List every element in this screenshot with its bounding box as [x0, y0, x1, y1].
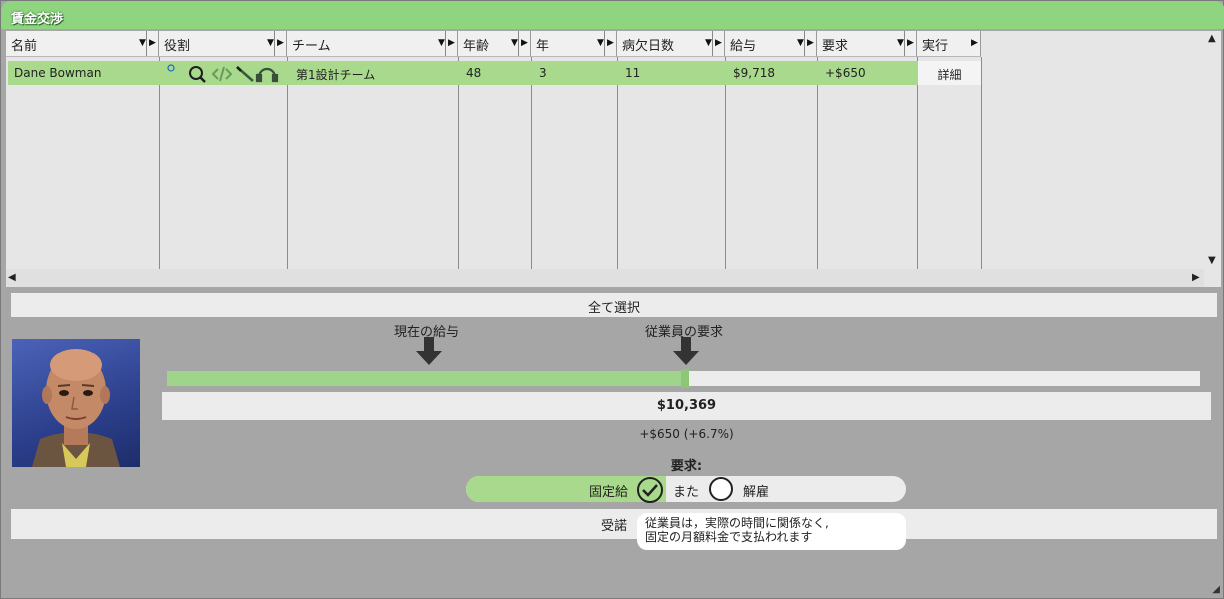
filter-icon[interactable]: ▼ — [139, 36, 147, 51]
salary-slider-handle[interactable] — [681, 369, 689, 388]
tooltip-line: 固定の月額料金で支払われます — [645, 530, 813, 544]
headset-icon — [255, 67, 279, 83]
sort-arrow-icon[interactable]: ▶ — [277, 36, 285, 51]
filter-icon[interactable]: ▼ — [438, 36, 446, 51]
details-button[interactable]: 詳細 — [918, 61, 981, 85]
employee-table: 名前 ▼ ▶ 役割 ▼ ▶ チーム ▼ ▶ 年齢 ▼ ▶ 年 ▼ ▶ 病欠日数 ▼ ▶ 給与 ▼ ▶ 要求 ▼… — [6, 31, 1221, 287]
column-label: チーム — [292, 39, 331, 54]
sort-arrow-icon[interactable]: ▶ — [521, 36, 529, 51]
or-label: また — [673, 485, 700, 500]
arrow-down-icon — [416, 337, 442, 365]
status-dot-icon — [167, 64, 175, 72]
fixed-salary-label[interactable]: 固定給 — [589, 481, 628, 500]
scroll-left-icon[interactable]: ◀ — [8, 272, 16, 283]
column-header-demand[interactable]: 要求 ▼ ▶ — [817, 31, 917, 57]
demand-heading: 要求: — [670, 459, 703, 474]
vertical-scrollbar[interactable]: ▲ ▼ — [1204, 31, 1221, 269]
column-header-sick-days[interactable]: 病欠日数 ▼ ▶ — [617, 31, 725, 57]
cell-salary[interactable]: $9,718 — [727, 61, 817, 85]
pencil-icon — [236, 66, 254, 82]
column-label: 年 — [536, 39, 550, 54]
scroll-down-icon[interactable]: ▼ — [1208, 255, 1216, 266]
cell-sick-days[interactable]: 11 — [619, 61, 725, 85]
column-header-role[interactable]: 役割 ▼ ▶ — [159, 31, 287, 57]
search-icon — [189, 66, 206, 83]
check-icon[interactable] — [636, 476, 664, 504]
sort-arrow-icon[interactable]: ▶ — [971, 36, 979, 51]
employee-portrait — [12, 339, 140, 467]
sort-arrow-icon[interactable]: ▶ — [607, 36, 615, 51]
column-header-team[interactable]: チーム ▼ ▶ — [287, 31, 458, 57]
role-icons — [167, 64, 279, 83]
column-label: 実行 — [922, 39, 949, 54]
window-title[interactable]: 賃金交渉 — [1, 1, 1224, 29]
filter-icon[interactable]: ▼ — [705, 36, 713, 51]
sort-arrow-icon[interactable]: ▶ — [807, 36, 815, 51]
arrow-down-icon — [673, 337, 699, 365]
filter-icon[interactable]: ▼ — [511, 36, 519, 51]
column-label: 要求 — [822, 39, 849, 54]
select-all-button[interactable]: 全て選択 — [11, 293, 1217, 317]
fire-radio[interactable] — [709, 477, 733, 501]
salary-slider-fill — [167, 371, 684, 386]
accept-label: 受諾 — [601, 519, 628, 534]
code-icon — [211, 66, 233, 82]
fire-label[interactable]: 解雇 — [743, 481, 769, 500]
demand-amount: $10,369 — [162, 392, 1211, 420]
cell-team[interactable]: 第1設計チーム — [290, 61, 458, 85]
column-label: 名前 — [11, 39, 38, 54]
filter-icon[interactable]: ▼ — [797, 36, 805, 51]
horizontal-scrollbar[interactable]: ◀ ▶ — [6, 269, 1204, 287]
scroll-up-icon[interactable]: ▲ — [1208, 33, 1216, 44]
column-header-years[interactable]: 年 ▼ ▶ — [531, 31, 617, 57]
tooltip-line: 従業員は，実際の時間に関係なく, — [645, 516, 829, 530]
cell-age[interactable]: 48 — [460, 61, 531, 85]
cell-demand[interactable]: +$650 — [819, 61, 917, 85]
column-label: 給与 — [730, 39, 757, 54]
column-header-action[interactable]: 実行 ▶ — [917, 31, 981, 57]
accept-button[interactable]: 受諾 — [11, 509, 1217, 539]
sort-arrow-icon[interactable]: ▶ — [149, 36, 157, 51]
column-label: 役割 — [164, 39, 191, 54]
sort-arrow-icon[interactable]: ▶ — [907, 36, 915, 51]
filter-icon[interactable]: ▼ — [897, 36, 905, 51]
resize-grip-icon[interactable]: ◢ — [1212, 584, 1220, 595]
cell-years[interactable]: 3 — [533, 61, 617, 85]
sort-arrow-icon[interactable]: ▶ — [448, 36, 456, 51]
column-header-age[interactable]: 年齢 ▼ ▶ — [458, 31, 531, 57]
avatar — [32, 349, 120, 467]
scroll-right-icon[interactable]: ▶ — [1192, 272, 1200, 283]
tooltip: 従業員は，実際の時間に関係なく, 固定の月額料金で支払われます — [637, 513, 906, 550]
filter-icon[interactable]: ▼ — [597, 36, 605, 51]
column-label: 年齢 — [463, 39, 490, 54]
column-header-salary[interactable]: 給与 ▼ ▶ — [725, 31, 817, 57]
column-header-name[interactable]: 名前 ▼ ▶ — [6, 31, 159, 57]
column-label: 病欠日数 — [622, 39, 675, 54]
cell-roles[interactable] — [161, 61, 287, 85]
wage-negotiation-window: 賃金交渉 名前 ▼ ▶ 役割 ▼ ▶ チーム ▼ ▶ 年齢 ▼ ▶ 年 ▼ ▶ 病欠日数 ▼ ▶ 給与 ▼… — [0, 0, 1224, 599]
filter-icon[interactable]: ▼ — [267, 36, 275, 51]
sort-arrow-icon[interactable]: ▶ — [715, 36, 723, 51]
demand-difference: +$650 (+6.7%) — [639, 427, 734, 441]
cell-name[interactable]: Dane Bowman — [8, 61, 159, 85]
